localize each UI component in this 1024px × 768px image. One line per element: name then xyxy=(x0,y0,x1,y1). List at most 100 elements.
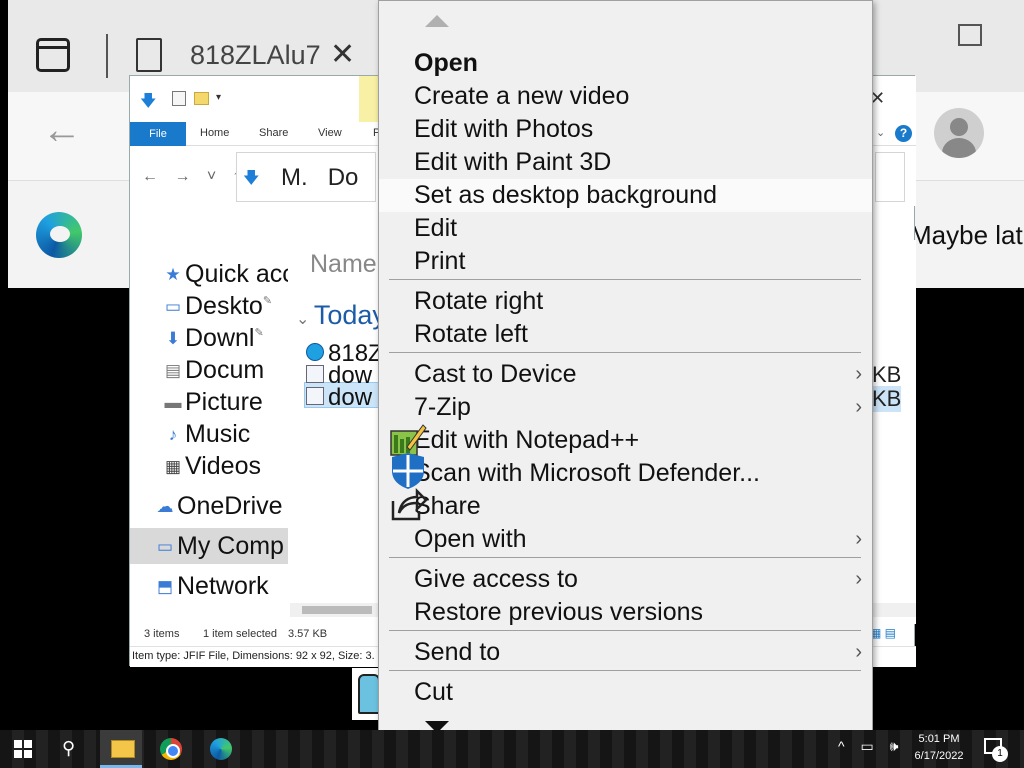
sidebar-item-my-computer[interactable]: ▭ My Comp xyxy=(156,532,284,561)
edge-file-icon xyxy=(306,343,324,361)
sidebar-item-desktop[interactable]: ▭ Deskto✎ xyxy=(164,292,272,321)
tab-home[interactable]: Home xyxy=(200,127,229,139)
computer-icon: ▭ xyxy=(156,537,174,556)
address-breadcrumb: M. Do xyxy=(281,164,359,191)
menu-separator xyxy=(389,630,861,631)
sidebar-item-network[interactable]: ⬒ Network xyxy=(156,572,269,601)
menu-separator xyxy=(389,670,861,671)
cloud-icon: ☁ xyxy=(156,497,174,516)
image-file-icon xyxy=(306,365,324,383)
edge-logo-icon xyxy=(36,212,82,258)
menu-item-restore-previous-versions[interactable]: Restore previous versions xyxy=(379,596,872,629)
profile-avatar[interactable] xyxy=(934,108,984,158)
maximize-icon[interactable] xyxy=(958,24,982,46)
help-icon[interactable]: ? xyxy=(895,125,912,142)
customize-dropdown-icon[interactable]: ▾ xyxy=(216,92,221,103)
menu-item-set-desktop-background[interactable]: Set as desktop background xyxy=(379,179,872,212)
sidebar-item-pictures[interactable]: ▬ Picture xyxy=(164,388,263,417)
menu-item-edit[interactable]: Edit xyxy=(379,212,872,245)
group-header-today[interactable]: ⌄ Today xyxy=(296,300,380,331)
taskbar-chrome[interactable] xyxy=(150,730,192,768)
menu-item-cut[interactable]: Cut xyxy=(379,676,872,709)
scroll-thumb[interactable] xyxy=(302,606,372,614)
tab-close-icon[interactable]: ✕ xyxy=(330,40,355,70)
thumbnail-preview xyxy=(352,668,380,720)
system-tray-icons[interactable]: ^ ▭ 🕪 xyxy=(838,738,904,755)
sidebar-item-videos[interactable]: ▦ Videos xyxy=(164,452,261,481)
ribbon-expand-icon[interactable]: ⌄ xyxy=(876,126,885,139)
picture-icon: ▬ xyxy=(164,393,182,412)
navigation-pane: ★ Quick acc ▭ Deskto✎ ⬇ Downl✎ ▤ Docum ▬ Pict… xyxy=(130,240,289,620)
search-box[interactable] xyxy=(875,152,905,202)
menu-separator xyxy=(389,352,861,353)
submenu-arrow-icon: › xyxy=(855,528,862,550)
menu-item-edit-with-photos[interactable]: Edit with Photos xyxy=(379,113,872,146)
page-icon xyxy=(136,38,162,72)
menu-item-edit-with-paint-3d[interactable]: Edit with Paint 3D xyxy=(379,146,872,179)
defender-shield-icon xyxy=(392,453,424,489)
menu-separator xyxy=(389,557,861,558)
view-toggle-icons[interactable]: ▦ ▤ xyxy=(870,626,896,640)
network-icon: ⬒ xyxy=(156,577,174,596)
menu-item-open[interactable]: Open xyxy=(379,47,872,80)
image-file-icon xyxy=(306,387,324,405)
sidebar-item-onedrive[interactable]: ☁ OneDrive xyxy=(156,492,283,521)
status-item-count: 3 items xyxy=(144,628,180,640)
menu-item-open-with[interactable]: Open with › xyxy=(379,523,872,556)
maybe-later-button[interactable]: Maybe lat xyxy=(910,220,1023,251)
sidebar-item-music[interactable]: ♪ Music xyxy=(164,420,251,449)
menu-item-rotate-right[interactable]: Rotate right xyxy=(379,285,872,318)
taskbar-edge[interactable] xyxy=(200,730,242,768)
menu-item-rotate-left[interactable]: Rotate left xyxy=(379,318,872,351)
notepad-plus-plus-icon xyxy=(390,424,427,456)
video-icon: ▦ xyxy=(164,457,182,476)
new-folder-icon[interactable] xyxy=(194,92,209,105)
download-icon: ⬇ xyxy=(165,329,181,348)
column-header-name[interactable]: Name xyxy=(310,250,377,279)
tab-title[interactable]: 818ZLAlu7 xyxy=(190,40,320,71)
picture-tools-tab-highlight xyxy=(359,76,379,122)
clock-date: 6/17/2022 xyxy=(914,750,964,762)
tab-separator xyxy=(106,34,108,78)
submenu-arrow-icon: › xyxy=(855,641,862,663)
menu-item-edit-with-notepad-plus-plus[interactable]: Edit with Notepad++ xyxy=(379,424,872,457)
back-arrow-icon[interactable]: ← xyxy=(42,110,82,150)
status-size: 3.57 KB xyxy=(288,628,328,640)
address-bar[interactable]: 🡇 M. Do xyxy=(236,152,376,202)
share-icon xyxy=(391,487,427,521)
menu-item-cast-to-device[interactable]: Cast to Device › xyxy=(379,358,872,391)
document-icon: ▤ xyxy=(164,361,182,380)
taskbar-file-explorer[interactable] xyxy=(100,730,142,768)
search-icon[interactable]: ⚲ xyxy=(62,738,75,759)
menu-item-send-to[interactable]: Send to › xyxy=(379,636,872,669)
sidebar-item-documents[interactable]: ▤ Docum xyxy=(164,356,264,385)
tab-actions-icon[interactable] xyxy=(36,38,70,72)
context-menu: Open Create a new video Edit with Photos… xyxy=(378,0,873,747)
file-size-cell: KB xyxy=(872,362,902,387)
menu-item-give-access-to[interactable]: Give access to › xyxy=(379,563,872,596)
taskbar-clock[interactable]: 5:01 PM 6/17/2022 xyxy=(904,731,974,765)
properties-icon[interactable] xyxy=(172,91,186,106)
navigation-buttons[interactable]: ← → ˅ ↑ xyxy=(142,168,247,186)
menu-separator xyxy=(389,279,861,280)
submenu-arrow-icon: › xyxy=(855,396,862,418)
windows-start-icon[interactable] xyxy=(14,740,32,758)
menu-item-create-new-video[interactable]: Create a new video xyxy=(379,80,872,113)
sidebar-item-quick-access[interactable]: ★ Quick acc xyxy=(164,260,288,289)
menu-item-7zip[interactable]: 7-Zip › xyxy=(379,391,872,424)
scroll-up-arrow-icon[interactable] xyxy=(425,15,449,27)
menu-item-scan-with-defender[interactable]: Scan with Microsoft Defender... xyxy=(379,457,872,490)
menu-item-share[interactable]: Share xyxy=(379,490,872,523)
notification-badge: 1 xyxy=(992,746,1008,762)
menu-item-print[interactable]: Print xyxy=(379,245,872,278)
tab-share[interactable]: Share xyxy=(259,127,288,139)
file-row-selected[interactable]: dow xyxy=(306,384,372,412)
music-icon: ♪ xyxy=(168,425,178,444)
tab-view[interactable]: View xyxy=(318,127,342,139)
submenu-arrow-icon: › xyxy=(855,363,862,385)
download-arrow-icon[interactable]: 🡇 xyxy=(140,90,156,117)
sidebar-item-downloads[interactable]: ⬇ Downl✎ xyxy=(164,324,264,353)
tab-file[interactable]: File xyxy=(130,122,186,146)
downloads-location-icon: 🡇 xyxy=(243,170,260,187)
star-icon: ★ xyxy=(165,265,181,284)
